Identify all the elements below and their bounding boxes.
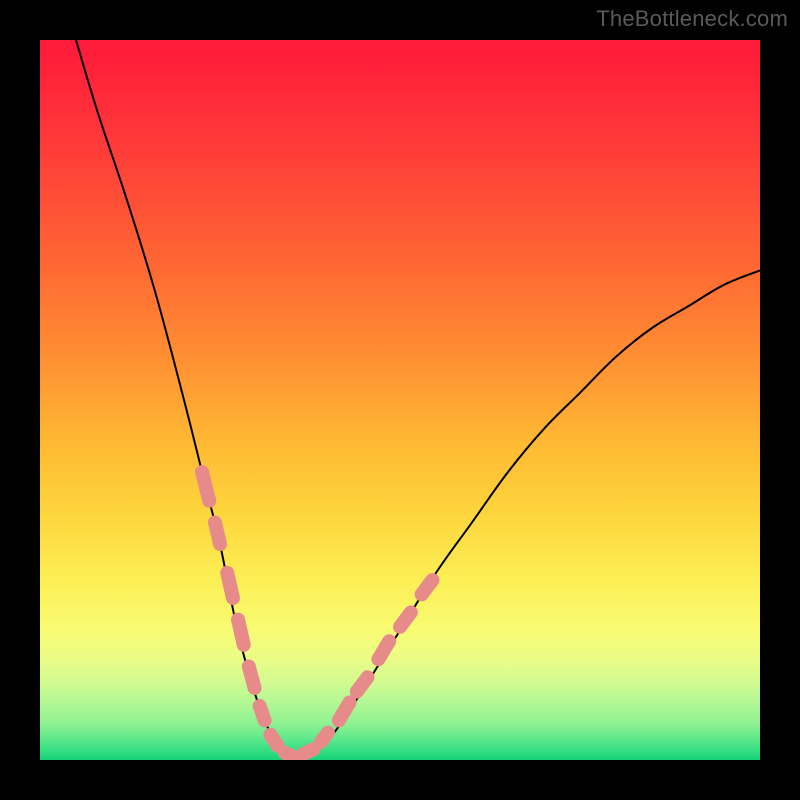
- curve-marker: [215, 522, 220, 544]
- curve-marker: [285, 753, 292, 757]
- curve-marker: [260, 706, 265, 720]
- curve-marker: [249, 666, 255, 688]
- curve-marker: [400, 612, 411, 626]
- curve-marker: [270, 735, 277, 746]
- curve-marker: [303, 749, 314, 754]
- curve-marker: [422, 580, 433, 594]
- curve-marker: [321, 733, 328, 742]
- bottleneck-curve: [40, 40, 760, 760]
- curve-marker: [238, 620, 244, 645]
- chart-frame: TheBottleneck.com: [0, 0, 800, 800]
- curve-marker: [378, 641, 389, 659]
- curve-marker: [202, 472, 209, 501]
- attribution-label: TheBottleneck.com: [596, 6, 788, 32]
- curve-marker: [339, 702, 350, 720]
- curve-path: [76, 40, 760, 757]
- curve-marker: [227, 573, 233, 598]
- curve-marker: [357, 677, 368, 691]
- plot-area: [40, 40, 760, 760]
